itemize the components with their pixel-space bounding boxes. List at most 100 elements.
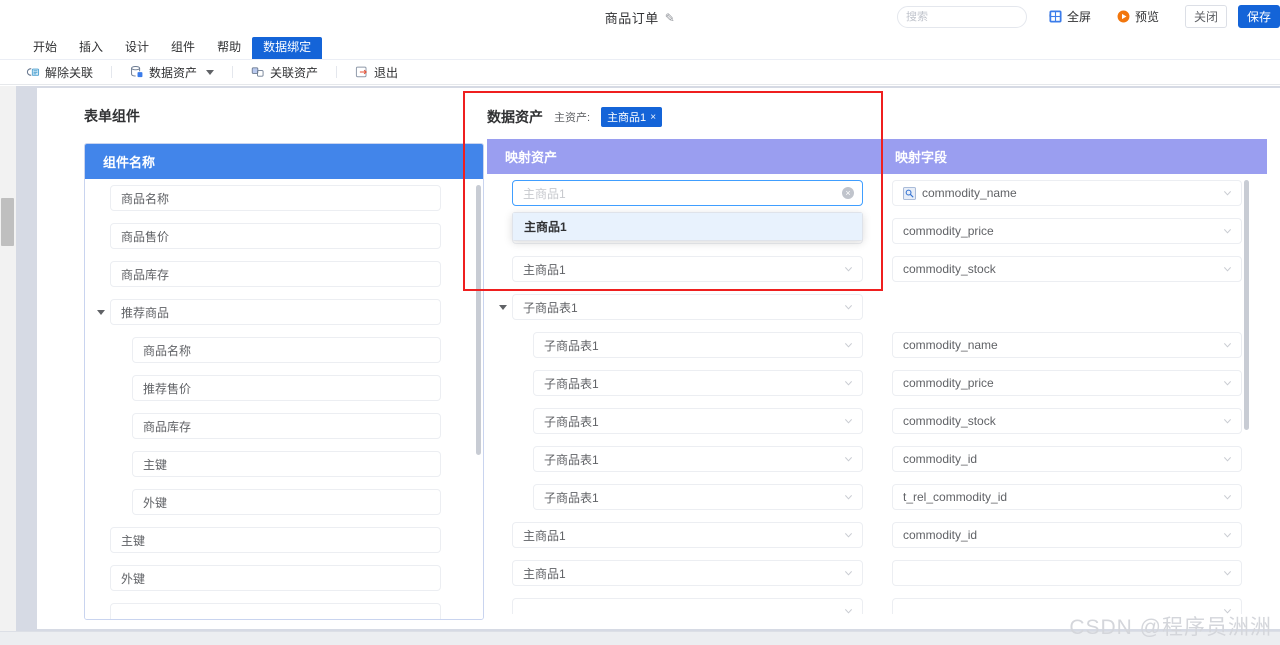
asset-dropdown-option[interactable]: 主商品1 xyxy=(513,213,862,240)
mapping-field-text: commodity_price xyxy=(903,224,994,238)
left-scroll-gutter[interactable] xyxy=(0,86,16,631)
close-icon[interactable]: × xyxy=(650,112,656,123)
pencil-icon[interactable]: ✎ xyxy=(665,11,676,25)
chevron-down-icon xyxy=(844,343,853,348)
mapping-row: 主商品1 xyxy=(487,554,1267,592)
menu-item-help[interactable]: 帮助 xyxy=(206,37,252,59)
search-box[interactable] xyxy=(896,5,1058,28)
mapping-field-text: commodity_price xyxy=(903,376,994,390)
mapping-asset-text: 主商品1 xyxy=(523,186,566,201)
clear-icon[interactable]: × xyxy=(842,187,854,199)
component-name-field[interactable]: 推荐商品 xyxy=(110,299,441,325)
twisty-toggle-icon[interactable] xyxy=(97,310,105,315)
mapping-asset-select[interactable]: 主商品1 xyxy=(512,560,863,586)
mapping-row: 子商品表1 t_rel_commodity_id xyxy=(487,478,1267,516)
component-name-field[interactable]: 商品售价 xyxy=(110,223,441,249)
mapping-row: 子商品表1 commodity_price xyxy=(487,364,1267,402)
chevron-down-icon xyxy=(844,571,853,576)
mapping-table-header: 映射资产 映射字段 xyxy=(487,139,1267,174)
mapping-field-text: commodity_id xyxy=(903,452,978,466)
chevron-down-icon[interactable] xyxy=(206,69,215,75)
mapping-field-select[interactable]: commodity_name xyxy=(892,180,1242,206)
form-components-table: 组件名称 商品名称 商品售价 商品库存 推荐商品 商品名称 推荐售价 商品库存 主键 外键 主键外… xyxy=(84,143,484,620)
mapping-asset-select[interactable]: 子商品表1 xyxy=(533,332,863,358)
form-component-row: 商品名称 xyxy=(85,331,483,369)
menu-item-start[interactable]: 开始 xyxy=(22,37,68,59)
data-asset-title: 数据资产 xyxy=(487,109,543,125)
component-name-text: 商品库存 xyxy=(121,267,170,282)
component-name-field[interactable]: 主键 xyxy=(132,451,441,477)
preview-label: 预览 xyxy=(1134,10,1159,24)
mapping-field-select[interactable]: commodity_stock xyxy=(892,256,1242,282)
form-components-list: 商品名称 商品售价 商品库存 推荐商品 商品名称 推荐售价 商品库存 主键 外键 主键 外键 xyxy=(85,179,483,619)
component-name-field[interactable]: 主键 xyxy=(110,527,441,553)
chevron-down-icon xyxy=(1223,191,1232,196)
top-right-actions: 全屏 预览 关闭 保存 xyxy=(896,0,1280,33)
mapping-asset-select[interactable]: 子商品表1 xyxy=(533,370,863,396)
fullscreen-label: 全屏 xyxy=(1066,10,1091,24)
mapping-field-cell: commodity_price xyxy=(892,370,1242,396)
component-name-field[interactable] xyxy=(110,603,441,619)
toolbar-divider xyxy=(232,66,234,78)
mapping-field-select[interactable]: t_rel_commodity_id xyxy=(892,484,1242,510)
component-name-header: 组件名称 xyxy=(85,144,483,179)
component-name-field[interactable]: 外键 xyxy=(132,489,441,515)
mapping-asset-text: 子商品表1 xyxy=(544,338,599,353)
mapping-field-select[interactable]: commodity_name xyxy=(892,332,1242,358)
link-asset-button[interactable]: 关联资产 xyxy=(251,64,318,81)
component-name-field[interactable]: 外键 xyxy=(110,565,441,591)
preview-button[interactable]: 预览 xyxy=(1117,8,1159,25)
menu-item-components[interactable]: 组件 xyxy=(160,37,206,59)
component-name-field[interactable]: 商品名称 xyxy=(132,337,441,363)
mapping-field-cell: t_rel_commodity_id xyxy=(892,484,1242,510)
fullscreen-button[interactable]: 全屏 xyxy=(1049,8,1091,25)
mapping-asset-select[interactable]: 子商品表1 xyxy=(512,294,863,320)
component-name-field[interactable]: 商品库存 xyxy=(110,261,441,287)
mapping-asset-select[interactable]: 主商品1 xyxy=(512,522,863,548)
component-name-text: 商品名称 xyxy=(143,343,192,358)
close-button[interactable]: 关闭 xyxy=(1185,5,1227,28)
form-component-row: 商品名称 xyxy=(85,179,483,217)
unlink-button[interactable]: 解除关联 xyxy=(26,64,93,81)
main-asset-tag-text: 主商品1 xyxy=(607,112,647,124)
save-button[interactable]: 保存 xyxy=(1238,5,1280,28)
mapping-field-select[interactable]: commodity_id xyxy=(892,446,1242,472)
mapping-asset-cell: 子商品表1 xyxy=(487,294,863,320)
ribbon-toolbar: 解除关联 数据资产 关联资产 退出 xyxy=(0,59,1280,85)
database-icon xyxy=(131,66,143,78)
mapping-field-select[interactable] xyxy=(892,560,1242,586)
mapping-asset-cell: 主商品1 xyxy=(487,256,863,282)
mapping-asset-cell: 主商品1 × xyxy=(487,180,863,206)
play-icon xyxy=(1117,10,1130,23)
mapping-asset-select[interactable]: 子商品表1 xyxy=(533,408,863,434)
mapping-asset-select[interactable] xyxy=(512,598,863,614)
mapping-field-select[interactable]: commodity_id xyxy=(892,522,1242,548)
menu-item-data-binding[interactable]: 数据绑定 xyxy=(252,37,323,59)
mapping-asset-select[interactable]: 子商品表1 xyxy=(533,446,863,472)
unlink-icon xyxy=(26,68,40,76)
scroll-handle[interactable] xyxy=(1,198,14,246)
asset-dropdown-popup: 主商品1 xyxy=(512,212,863,241)
component-name-field[interactable]: 推荐售价 xyxy=(132,375,441,401)
main-asset-tag[interactable]: 主商品1 × xyxy=(601,107,663,127)
mapping-field-cell: commodity_id xyxy=(892,446,1242,472)
search-input[interactable] xyxy=(905,10,1048,23)
toolbar-divider xyxy=(336,66,338,78)
menu-item-insert[interactable]: 插入 xyxy=(68,37,114,59)
mapping-asset-cell: 子商品表1 xyxy=(487,332,863,358)
mapping-asset-select[interactable]: 子商品表1 xyxy=(533,484,863,510)
data-asset-button[interactable]: 数据资产 xyxy=(130,64,215,81)
mapping-field-select[interactable]: commodity_price xyxy=(892,218,1242,244)
mapping-asset-select[interactable]: 主商品1 xyxy=(512,256,863,282)
mapping-field-select[interactable]: commodity_stock xyxy=(892,408,1242,434)
component-name-text: 主键 xyxy=(121,533,146,548)
menu-item-design[interactable]: 设计 xyxy=(114,37,160,59)
mapping-field-select[interactable]: commodity_price xyxy=(892,370,1242,396)
mapping-asset-combobox-focused[interactable]: 主商品1 × xyxy=(512,180,863,206)
component-name-field[interactable]: 商品库存 xyxy=(132,413,441,439)
document-title-text: 商品订单 xyxy=(604,11,659,26)
mapping-asset-text: 主商品1 xyxy=(523,528,566,543)
component-name-field[interactable]: 商品名称 xyxy=(110,185,441,211)
work-area: 表单组件 组件名称 商品名称 商品售价 商品库存 推荐商品 商品名称 推荐售价 商品库存 主键… xyxy=(0,86,1280,645)
exit-button[interactable]: 退出 xyxy=(355,64,398,81)
